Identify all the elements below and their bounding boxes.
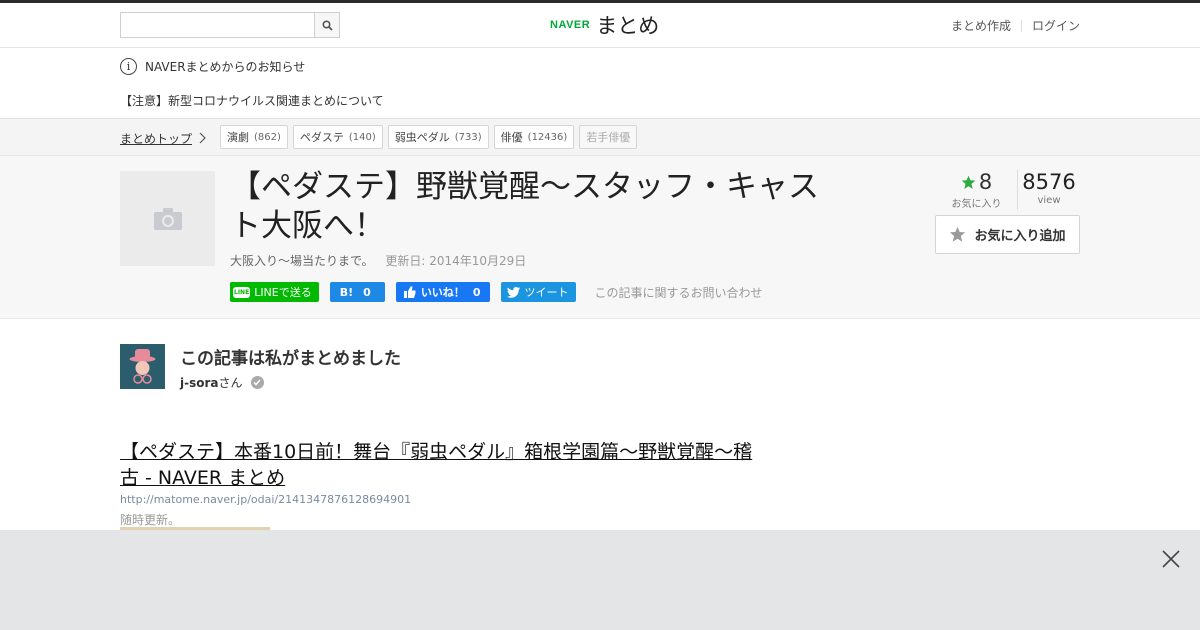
breadcrumb-top-link[interactable]: まとめトップ — [120, 130, 192, 147]
login-link[interactable]: ログイン — [1032, 17, 1080, 34]
search-button[interactable] — [314, 13, 339, 37]
facebook-like-button[interactable]: いいね！ 0 — [395, 282, 491, 302]
author-name-row: j-sora さん — [180, 374, 264, 391]
tag-count: (140) — [348, 131, 376, 143]
bottom-overlay-banner — [0, 530, 1200, 630]
article-thumbnail — [120, 171, 215, 266]
favorites-number-row: 8 — [936, 170, 1017, 194]
hatena-count: 0 — [363, 285, 371, 299]
hatena-icon: B! — [339, 285, 354, 299]
updated-date: 更新日: 2014年10月29日 — [385, 254, 527, 268]
article-meta: 大阪入り～場当たりまで。 更新日: 2014年10月29日 — [230, 252, 526, 269]
tag-wakate-haiyu[interactable]: 若手俳優 — [579, 125, 638, 149]
tag-engeki[interactable]: 演劇 (862) — [220, 125, 288, 149]
tag-list: 演劇 (862) ペダステ (140) 弱虫ペダル (733) 俳優 (12436) 若… — [220, 125, 642, 149]
divider — [1020, 19, 1022, 32]
site-header: NAVER まとめ まとめ作成 ログイン — [0, 3, 1200, 48]
favorites-label: お気に入り — [951, 199, 1002, 210]
star-icon — [961, 175, 976, 189]
twitter-bird-icon — [507, 286, 521, 298]
views-count: 8576 — [1022, 170, 1076, 194]
tag-yowamushi-pedal[interactable]: 弱虫ペダル (733) — [387, 125, 489, 149]
search-input[interactable] — [121, 13, 315, 37]
favorites-stat: 8 お気に入り — [936, 170, 1018, 210]
hatena-bookmark-button[interactable]: B! 0 — [329, 282, 385, 302]
add-favorite-button[interactable]: お気に入り追加 — [935, 215, 1080, 254]
logo-name: まとめ — [596, 14, 660, 38]
header-links: まとめ作成 ログイン — [951, 17, 1080, 34]
tag-label: 俳優 — [500, 131, 523, 144]
tag-label: 弱虫ペダル — [394, 131, 450, 144]
star-outline-icon — [950, 226, 966, 242]
link-card-description: 随時更新。 — [120, 513, 181, 527]
tag-count: (733) — [454, 131, 482, 143]
notice-heading: i NAVERまとめからのお知らせ — [120, 58, 305, 75]
info-icon: i — [120, 58, 137, 75]
close-icon[interactable] — [1160, 548, 1182, 570]
notice-item-link[interactable]: 【注意】新型コロナウイルス関連まとめについて — [120, 92, 384, 109]
tag-label: 演劇 — [227, 131, 249, 144]
chevron-right-icon — [199, 132, 206, 144]
site-logo[interactable]: NAVER まとめ — [550, 12, 659, 38]
add-favorite-label: お気に入り追加 — [974, 229, 1066, 244]
link-card-url[interactable]: http://matome.naver.jp/odai/214134787612… — [120, 493, 411, 506]
tag-label: ペダステ — [299, 131, 344, 144]
facebook-like-label: いいね！ — [420, 286, 465, 299]
article-title: 【ペダステ】野獣覚醒～スタッフ・キャスト大阪へ！ — [230, 169, 819, 244]
tag-haiyu[interactable]: 俳優 (12436) — [493, 125, 575, 149]
verified-icon — [250, 376, 264, 389]
tag-count: (862) — [254, 131, 281, 143]
article-stats: 8 お気に入り 8576 view — [936, 170, 1080, 210]
article-description: 大阪入り～場当たりまで。 — [230, 254, 374, 268]
author-suffix: さん — [218, 376, 243, 390]
notice-title: NAVERまとめからのお知らせ — [145, 60, 306, 74]
line-share-button[interactable]: LINE LINEで送る — [230, 282, 319, 302]
create-matome-link[interactable]: まとめ作成 — [951, 17, 1011, 34]
tag-pedasute[interactable]: ペダステ (140) — [292, 125, 383, 149]
author-avatar[interactable] — [120, 344, 165, 389]
thumbs-up-icon — [403, 286, 416, 298]
author-name[interactable]: j-sora — [180, 376, 219, 390]
facebook-like-count: 0 — [472, 285, 481, 299]
breadcrumb: まとめトップ 演劇 (862) ペダステ (140) 弱虫ペダル (733) 俳優 (1… — [0, 118, 1200, 156]
avatar-image — [120, 344, 165, 389]
contact-link[interactable]: この記事に関するお問い合わせ — [594, 284, 762, 301]
link-card-title[interactable]: 【ペダステ】本番10日前！舞台『弱虫ペダル』箱根学園篇～野獣覚醒～稽古 - NA… — [120, 439, 760, 491]
article-header: 【ペダステ】野獣覚醒～スタッフ・キャスト大阪へ！ 大阪入り～場当たりまで。 更新… — [0, 156, 1200, 319]
author-heading: この記事は私がまとめました — [180, 349, 401, 369]
search-icon — [321, 19, 333, 31]
tag-count: (12436) — [527, 131, 568, 143]
share-bar: LINE LINEで送る B! 0 いいね！ 0 ツイート この記事に関するお問… — [230, 282, 762, 302]
camera-icon — [153, 207, 182, 230]
logo-brand: NAVER — [550, 19, 591, 31]
line-icon: LINE — [233, 286, 251, 298]
search-box — [120, 12, 340, 38]
views-label: view — [1037, 195, 1061, 206]
tag-label: 若手俳優 — [586, 131, 631, 144]
tweet-button[interactable]: ツイート — [501, 282, 577, 302]
line-share-label: LINEで送る — [254, 286, 312, 299]
views-stat: 8576 view — [1018, 170, 1080, 210]
favorites-count: 8 — [978, 170, 993, 194]
tweet-label: ツイート — [524, 286, 569, 299]
